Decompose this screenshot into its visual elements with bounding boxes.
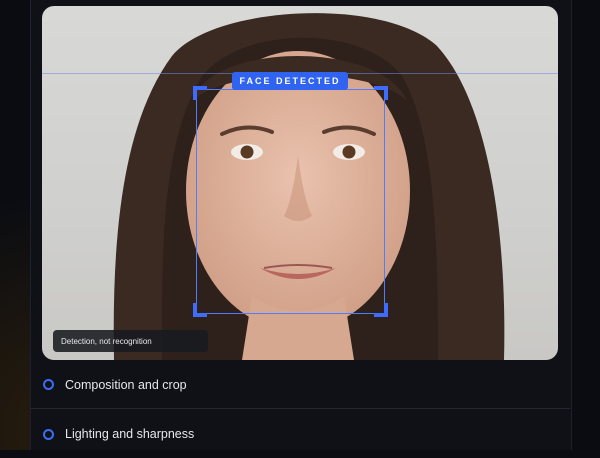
face-bounding-box	[193, 86, 388, 317]
corner-handle-bottom-left	[193, 303, 207, 317]
corner-handle-top-left	[193, 86, 207, 100]
checklist-item-label: Lighting and sharpness	[65, 427, 195, 441]
corner-handle-bottom-right	[374, 303, 388, 317]
checklist-item-lighting[interactable]: Lighting and sharpness	[30, 410, 570, 458]
detection-caption: Detection, not recognition	[53, 330, 208, 352]
face-detected-badge: FACE DETECTED	[232, 72, 348, 90]
checklist-item-composition[interactable]: Composition and crop	[30, 361, 570, 409]
corner-handle-top-right	[374, 86, 388, 100]
circle-ring-icon	[43, 428, 54, 440]
circle-ring-icon	[43, 379, 54, 390]
photo-viewer: FACE DETECTED Detection, not recognition	[42, 6, 558, 360]
checklist-item-label: Composition and crop	[65, 377, 187, 392]
